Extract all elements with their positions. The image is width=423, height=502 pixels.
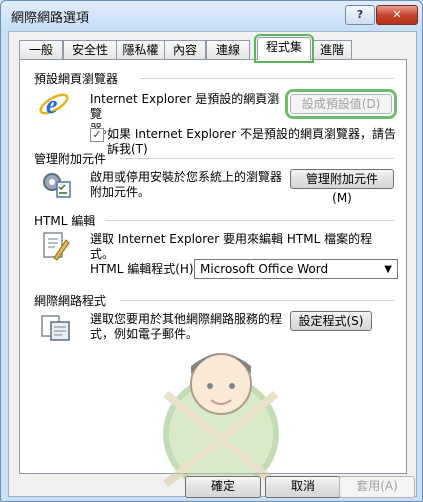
cancel-button[interactable]: 取消: [265, 476, 341, 498]
desc-line: 選取您要用於其他網際網路服務的程: [90, 312, 283, 326]
tab-security[interactable]: 安全性: [63, 40, 117, 59]
internet-programs-desc: 選取您要用於其他網際網路服務的程 式，例如電子郵件。: [90, 312, 290, 342]
svg-text:e: e: [46, 90, 58, 119]
addons-desc: 啟用或停用安裝於您系統上的瀏覽器 附加元件。: [90, 170, 290, 200]
title-bar[interactable]: 網際網路選項 ? ✕: [1, 1, 422, 29]
addons-title: 管理附加元件: [34, 152, 107, 166]
html-editing-desc: 選取 Internet Explorer 要用來編輯 HTML 檔案的程式。: [90, 232, 373, 261]
desc-line: 啟用或停用安裝於您系統上的瀏覽器: [90, 170, 283, 184]
close-button[interactable]: ✕: [376, 5, 418, 25]
desc-line: 附加元件。: [90, 185, 151, 199]
tab-programs[interactable]: 程式集: [254, 34, 314, 63]
help-button[interactable]: ?: [345, 5, 375, 25]
tab-general[interactable]: 一般: [19, 40, 63, 59]
divider: [106, 220, 394, 221]
tab-privacy[interactable]: 隱私權: [116, 40, 165, 59]
programs-icon: [41, 315, 70, 341]
ie-icon: e: [39, 90, 69, 119]
dialog-client: 一般 安全性 隱私權 內容 連線 程式集 進階 預設網頁瀏覽器 e Intern…: [8, 31, 417, 498]
internet-programs-title: 網際網路程式: [34, 294, 107, 308]
divider: [120, 300, 394, 301]
divider: [120, 158, 394, 159]
dialog-window: 網際網路選項 ? ✕ 一般 安全性 隱私權 內容 連線 程式集 進階 預設網頁瀏…: [0, 0, 423, 502]
html-editor-select[interactable]: Microsoft Office Word ▼: [194, 259, 398, 279]
close-icon: ✕: [392, 8, 402, 21]
html-editing-title: HTML 編輯: [34, 214, 96, 228]
select-value: Microsoft Office Word: [200, 262, 329, 276]
default-browser-title: 預設網頁瀏覽器: [34, 72, 119, 86]
desc-line: Internet Explorer 是預設的網頁瀏覽: [90, 92, 280, 121]
window-title: 網際網路選項: [11, 11, 90, 26]
html-editor-label: HTML 編輯程式(H):: [90, 262, 198, 276]
help-icon: ?: [356, 8, 364, 21]
gear-icon: [43, 173, 71, 198]
notify-default-checkbox[interactable]: ✓: [90, 128, 104, 142]
divider: [140, 78, 394, 79]
ok-button[interactable]: 確定: [185, 476, 261, 498]
make-default-button[interactable]: 設成預設值(D): [285, 89, 397, 119]
notify-default-label[interactable]: 如果 Internet Explorer 不是預設的網頁瀏覽器，請告訴我(T): [107, 127, 407, 157]
manage-addons-button[interactable]: 管理附加元件(M): [290, 169, 394, 205]
tab-content[interactable]: 內容: [164, 40, 206, 59]
apply-button[interactable]: 套用(A): [339, 476, 415, 498]
html-editor-icon: [43, 232, 70, 261]
set-programs-button[interactable]: 設定程式(S): [290, 311, 372, 331]
tab-connections[interactable]: 連線: [206, 40, 250, 59]
desc-line: 式，例如電子郵件。: [90, 327, 199, 341]
tab-advanced[interactable]: 進階: [312, 40, 352, 59]
programs-panel: 預設網頁瀏覽器 e Internet Explorer 是預設的網頁瀏覽 器。 …: [19, 59, 407, 474]
chevron-down-icon: ▼: [384, 264, 392, 275]
